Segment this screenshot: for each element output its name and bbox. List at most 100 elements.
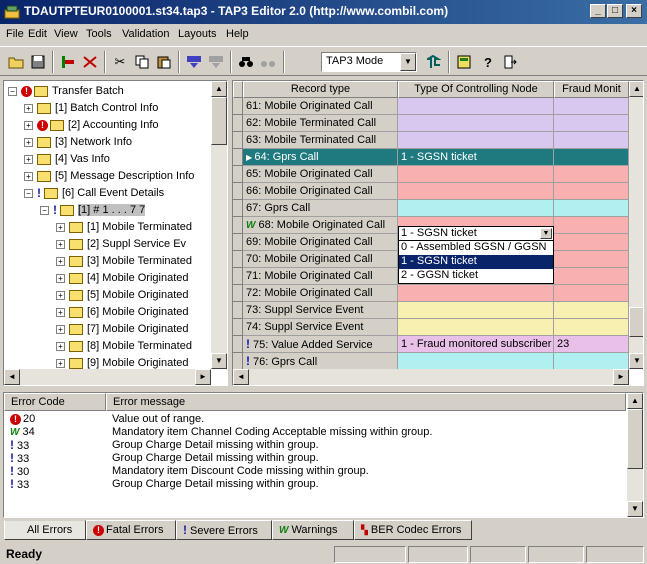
controlling-node-cell[interactable]: 1 - SGSN ticket — [398, 149, 554, 166]
tree-item[interactable]: + [5] Mobile Originated — [56, 287, 189, 303]
fraud-monitor-cell[interactable] — [554, 200, 629, 217]
collapse-icon[interactable]: − — [24, 188, 33, 198]
save-icon[interactable] — [28, 52, 48, 72]
controlling-node-cell[interactable] — [398, 302, 554, 319]
scroll-down-icon[interactable]: ▼ — [629, 353, 643, 369]
tree-item[interactable]: + [4] Mobile Originated — [56, 270, 189, 286]
expand-icon[interactable]: + — [56, 290, 65, 300]
error-row[interactable]: W 34 Mandatory item Channel Coding Accepta… — [4, 426, 626, 439]
row-header[interactable] — [233, 217, 243, 234]
expand-icon[interactable]: + — [56, 341, 65, 351]
expand-icon[interactable]: + — [56, 239, 65, 249]
row-header[interactable] — [233, 132, 243, 149]
calculator-icon[interactable] — [454, 52, 474, 72]
tree-horizontal-scrollbar[interactable]: ◄ ► — [4, 369, 211, 385]
collapse-icon[interactable]: − — [40, 205, 49, 215]
fraud-monitor-cell[interactable] — [554, 149, 629, 166]
record-type-cell[interactable]: W 68: Mobile Originated Call — [243, 217, 398, 234]
tree-item[interactable]: + [7] Mobile Originated — [56, 321, 189, 337]
copy-icon[interactable] — [132, 52, 152, 72]
table-row[interactable]: 63: Mobile Terminated Call — [233, 132, 643, 149]
tree-item[interactable]: −! Transfer Batch — [8, 83, 124, 99]
tree-item[interactable]: + [8] Mobile Terminated — [56, 338, 192, 354]
expand-icon[interactable]: + — [56, 307, 65, 317]
fraud-monitor-cell[interactable] — [554, 217, 629, 234]
fraud-monitor-cell[interactable] — [554, 98, 629, 115]
controlling-node-cell[interactable] — [398, 319, 554, 336]
record-type-cell[interactable]: 72: Mobile Originated Call — [243, 285, 398, 302]
record-type-cell[interactable]: 73: Suppl Service Event — [243, 302, 398, 319]
revalidate-icon[interactable] — [206, 52, 226, 72]
error-row[interactable]: ! 33 Group Charge Detail missing within gr… — [4, 452, 626, 466]
find-icon[interactable] — [236, 52, 256, 72]
fraud-monitor-cell[interactable] — [554, 132, 629, 149]
row-header[interactable] — [233, 285, 243, 302]
tree-item[interactable]: + [2] Suppl Service Ev — [56, 236, 186, 252]
error-row[interactable]: ! 20 Value out of range. — [4, 413, 626, 426]
controlling-node-cell[interactable] — [398, 115, 554, 132]
table-row[interactable]: ! 75: Value Added Service 1 - Fraud monito… — [233, 336, 643, 353]
record-type-cell[interactable]: ! 75: Value Added Service — [243, 336, 398, 353]
controlling-node-dropdown[interactable]: 0 - Assembled SGSN / GGSN 1 - SGSN ticket… — [398, 240, 554, 284]
error-row[interactable]: ! 33 Group Charge Detail missing within gr… — [4, 439, 626, 453]
fraud-monitor-cell[interactable] — [554, 183, 629, 200]
controlling-node-cell[interactable] — [398, 132, 554, 149]
grid-horizontal-scrollbar[interactable]: ◄ ► — [233, 369, 629, 385]
fraud-monitor-cell[interactable] — [554, 319, 629, 336]
dropdown-option[interactable]: 2 - GGSN ticket — [399, 269, 553, 283]
tree-item[interactable]: + [4] Vas Info — [24, 151, 110, 167]
fraud-monitor-cell[interactable] — [554, 234, 629, 251]
fraud-monitor-cell[interactable] — [554, 268, 629, 285]
table-row[interactable]: 73: Suppl Service Event — [233, 302, 643, 319]
fraud-monitor-cell[interactable]: 23 — [554, 336, 629, 353]
record-type-cell[interactable]: 69: Mobile Originated Call — [243, 234, 398, 251]
column-header[interactable]: Error Code — [4, 393, 106, 411]
record-type-cell[interactable]: 65: Mobile Originated Call — [243, 166, 398, 183]
grid-vertical-scrollbar[interactable]: ▲ ▼ — [629, 81, 643, 369]
chevron-down-icon[interactable]: ▼ — [400, 53, 416, 71]
tab-warnings[interactable]: W Warnings — [272, 520, 354, 540]
scroll-up-icon[interactable]: ▲ — [627, 393, 643, 409]
tree-item[interactable]: −! [6] Call Event Details — [24, 185, 164, 201]
controlling-node-cell[interactable]: 1 - Fraud monitored subscriber — [398, 336, 554, 353]
record-type-cell[interactable]: 67: Gprs Call — [243, 200, 398, 217]
exit-icon[interactable] — [500, 52, 520, 72]
tree-item[interactable]: + [5] Message Description Info — [24, 168, 194, 184]
maximize-button[interactable]: □ — [607, 4, 623, 18]
record-type-cell[interactable]: 66: Mobile Originated Call — [243, 183, 398, 200]
menu-validation[interactable]: Validation — [122, 28, 170, 40]
error-row[interactable]: ! 33 Group Charge Detail missing within gr… — [4, 478, 626, 492]
record-type-cell[interactable]: ! 76: Gprs Call — [243, 353, 398, 370]
scroll-up-icon[interactable]: ▲ — [629, 81, 643, 97]
title-bar[interactable]: TDAUTPTEUR0100001.st34.tap3 - TAP3 Edito… — [0, 0, 647, 24]
record-type-cell[interactable]: 63: Mobile Terminated Call — [243, 132, 398, 149]
tree-item[interactable]: + [3] Network Info — [24, 134, 132, 150]
error-row[interactable]: ! 30 Mandatory item Discount Code missing … — [4, 465, 626, 479]
column-header[interactable]: Type Of Controlling Node — [398, 81, 554, 98]
controlling-node-cell[interactable] — [398, 98, 554, 115]
collapse-icon[interactable]: − — [8, 86, 17, 96]
menu-layouts[interactable]: Layouts — [178, 28, 217, 40]
controlling-node-editor[interactable]: 1 - SGSN ticket ▼ — [398, 226, 554, 241]
menu-view[interactable]: View — [54, 28, 78, 40]
cut-icon[interactable]: ✂ — [110, 52, 130, 72]
scroll-thumb[interactable] — [211, 97, 227, 145]
scroll-down-icon[interactable]: ▼ — [627, 501, 643, 517]
scroll-left-icon[interactable]: ◄ — [4, 369, 20, 385]
tab-fatal-errors[interactable]: ! Fatal Errors — [86, 520, 176, 540]
table-row[interactable]: 72: Mobile Originated Call — [233, 285, 643, 302]
controlling-node-cell[interactable] — [398, 353, 554, 370]
table-row[interactable]: 62: Mobile Terminated Call — [233, 115, 643, 132]
fraud-monitor-cell[interactable] — [554, 353, 629, 370]
expand-icon[interactable]: + — [24, 154, 33, 164]
column-header[interactable]: Record type — [243, 81, 398, 98]
find-next-icon[interactable] — [258, 52, 278, 72]
dropdown-option[interactable]: 0 - Assembled SGSN / GGSN — [399, 241, 553, 255]
expand-icon[interactable]: + — [56, 256, 65, 266]
chevron-down-icon[interactable]: ▼ — [540, 228, 552, 239]
tree-item[interactable]: + [3] Mobile Terminated — [56, 253, 192, 269]
error-list[interactable]: Error Code Error message ! 20 Value out of… — [3, 392, 644, 518]
paste-icon[interactable] — [154, 52, 174, 72]
menu-help[interactable]: Help — [226, 28, 249, 40]
row-header[interactable] — [233, 183, 243, 200]
